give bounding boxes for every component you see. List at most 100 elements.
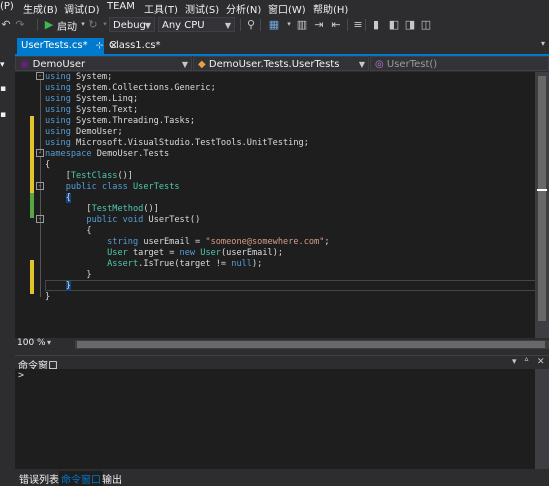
- menu-project[interactable]: (P): [0, 1, 14, 12]
- refresh-icon[interactable]: ↻: [87, 18, 99, 31]
- bookmark-prev-icon[interactable]: ◧: [388, 18, 400, 31]
- start-button-label[interactable]: 启动: [57, 18, 77, 33]
- chevron-down-icon: ▼: [181, 60, 188, 69]
- code-line: using DemoUser;: [45, 127, 123, 137]
- code-line: using Microsoft.VisualStudio.TestTools.U…: [45, 138, 309, 148]
- saved-change-marker: [30, 193, 34, 218]
- code-line: User target = new User(userEmail);: [107, 248, 284, 258]
- collapse-icon[interactable]: -: [36, 149, 44, 157]
- menu-team[interactable]: TEAM: [107, 1, 135, 12]
- indent-icon[interactable]: ⇥: [313, 18, 325, 31]
- forward-icon[interactable]: ↷: [14, 18, 26, 31]
- back-icon[interactable]: ↶: [0, 18, 12, 31]
- left-strip-icon[interactable]: ▪: [0, 84, 6, 94]
- code-line: {: [45, 226, 92, 236]
- left-tool-strip: ▾ ▪ ▪: [0, 36, 15, 484]
- code-line: using System.Threading.Tasks;: [45, 116, 196, 126]
- configuration-select[interactable]: Debug ▼: [109, 17, 155, 32]
- class-icon: ◆: [198, 59, 209, 70]
- zoom-bar: 100 % ▾: [15, 338, 549, 351]
- toolbar-separator: [260, 19, 261, 31]
- class-select[interactable]: ◆ DemoUser.Tests.UserTests ▼: [193, 56, 369, 71]
- command-window-scrollbar[interactable]: [535, 369, 549, 469]
- code-line: {: [65, 193, 71, 203]
- change-marker: [30, 260, 34, 294]
- bookmark-icon[interactable]: ▮: [370, 18, 382, 31]
- window-options-icon[interactable]: ▾: [512, 357, 517, 367]
- toolbar-separator: [347, 19, 348, 31]
- tile-icon[interactable]: ▥: [296, 18, 308, 31]
- editor-gutter: [15, 72, 30, 338]
- tab-usertests[interactable]: UserTests.cs* ⊹ ×: [17, 38, 118, 54]
- zoom-level[interactable]: 100 %: [17, 338, 46, 348]
- project-icon: ▣: [20, 59, 33, 70]
- close-icon[interactable]: ✕: [537, 357, 545, 367]
- method-icon: ◎: [375, 59, 387, 70]
- comment-icon[interactable]: ≡: [352, 18, 364, 31]
- platform-select[interactable]: Any CPU ▼: [158, 17, 235, 32]
- code-line: using System.Linq;: [45, 94, 139, 104]
- bookmark-next-icon[interactable]: ◨: [404, 18, 416, 31]
- current-line-highlight: [45, 280, 535, 291]
- command-prompt: >: [18, 370, 25, 381]
- chevron-down-icon: ▼: [358, 60, 365, 69]
- scrollbar-thumb[interactable]: [538, 76, 546, 321]
- outdent-icon[interactable]: ⇤: [330, 18, 342, 31]
- find-dropdown-icon[interactable]: ▾: [283, 18, 295, 31]
- outline-guide: [40, 80, 41, 152]
- left-strip-icon[interactable]: ▾: [0, 60, 5, 70]
- outline-guide: [40, 157, 41, 297]
- tab-label: Class1.cs*: [109, 40, 161, 51]
- tab-class1[interactable]: Class1.cs*: [105, 38, 165, 54]
- left-strip-icon[interactable]: ▪: [0, 110, 6, 120]
- zoom-dropdown-icon[interactable]: ▾: [47, 338, 51, 347]
- bottom-tool-tabs: 错误列表 命令窗口 输出: [15, 470, 549, 486]
- toolbar-separator: [365, 19, 366, 31]
- pin-icon[interactable]: ⊹: [96, 41, 104, 51]
- menu-bar: (P) 生成(B) 调试(D) TEAM 工具(T) 测试(S) 分析(N) 窗…: [0, 0, 549, 16]
- pin-icon[interactable]: ᐞ: [524, 357, 529, 367]
- project-value: DemoUser: [32, 59, 86, 70]
- find-icon[interactable]: ▦: [268, 18, 280, 31]
- document-tab-row: UserTests.cs* ⊹ × Class1.cs* ▾: [15, 38, 549, 55]
- code-line: }: [65, 281, 71, 291]
- editor-horizontal-scrollbar[interactable]: [75, 340, 549, 349]
- tab-overflow-icon[interactable]: ▾: [541, 39, 545, 48]
- toolbar-separator: [37, 19, 38, 31]
- platform-value: Any CPU: [162, 20, 205, 31]
- collapse-icon[interactable]: -: [36, 215, 44, 223]
- code-line: namespace DemoUser.Tests: [45, 149, 170, 159]
- code-line: [TestMethod()]: [45, 204, 159, 214]
- class-value: DemoUser.Tests.UserTests: [208, 59, 340, 70]
- code-line: using System.Text;: [45, 105, 139, 115]
- collapse-icon[interactable]: -: [36, 72, 44, 80]
- chevron-down-icon: ▼: [224, 21, 231, 30]
- code-line: using System.Collections.Generic;: [45, 83, 216, 93]
- project-select[interactable]: ▣ DemoUser ▼: [15, 56, 192, 71]
- breakpoint-icon[interactable]: ⚲: [245, 18, 257, 31]
- change-marker: [30, 116, 34, 193]
- scroll-position-marker: [537, 189, 547, 191]
- member-value: UserTest(): [386, 59, 438, 70]
- editor-vertical-scrollbar[interactable]: [535, 72, 549, 338]
- chevron-down-icon: ▼: [144, 21, 151, 30]
- command-window-header: 命令窗口 ▾ ᐞ ✕: [15, 355, 549, 372]
- configuration-value: Debug: [113, 20, 146, 31]
- play-icon[interactable]: ▶: [43, 18, 55, 31]
- scrollbar-thumb[interactable]: [77, 341, 545, 348]
- toolbar-separator: [240, 19, 241, 31]
- code-line: public void UserTest(): [86, 215, 201, 225]
- bookmark-clear-icon[interactable]: ◫: [420, 18, 432, 31]
- code-editor[interactable]: - - - - using System; using System.Colle…: [15, 72, 535, 338]
- code-line: using System;: [45, 72, 113, 82]
- navigation-bar: ▣ DemoUser ▼ ◆ DemoUser.Tests.UserTests …: [15, 56, 549, 72]
- toolbar: ↶ ↷ ▶ 启动 ▾ ↻ ▾ Debug ▼ Any CPU ▼ ⚲ ▦ ▾ ▥…: [0, 14, 549, 36]
- code-line: {: [45, 160, 51, 170]
- command-window-body[interactable]: >: [15, 369, 549, 469]
- code-line: [TestClass()]: [45, 171, 133, 181]
- code-line: Assert.IsTrue(target != null);: [107, 259, 263, 269]
- collapse-icon[interactable]: -: [36, 182, 44, 190]
- code-line: string userEmail = "someone@somewhere.co…: [107, 237, 330, 247]
- member-select[interactable]: ◎ UserTest(): [370, 56, 549, 71]
- code-line: public class UserTests: [65, 182, 180, 192]
